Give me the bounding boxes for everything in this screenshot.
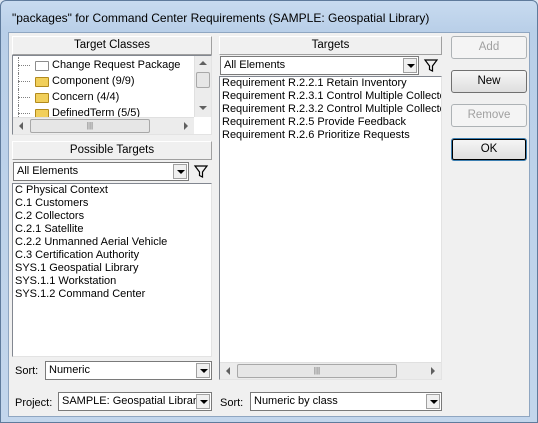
list-item[interactable]: C.2 Collectors: [13, 210, 211, 223]
funnel-filter-icon[interactable]: [422, 56, 440, 75]
project-select-value: SAMPLE: Geospatial Library: [62, 395, 203, 407]
targets-sort-select[interactable]: Numeric by class: [250, 392, 442, 411]
folder-icon: [35, 93, 49, 103]
folder-icon: [35, 77, 49, 87]
dropdown-arrow-icon[interactable]: [173, 164, 187, 179]
project-select[interactable]: SAMPLE: Geospatial Library: [58, 392, 212, 411]
tree-item-label: Change Request Package: [52, 59, 181, 71]
dialog-client-area: Target Classes Change Request Package Co…: [8, 32, 530, 417]
target-classes-header: Target Classes: [12, 36, 212, 55]
list-item[interactable]: C.2.2 Unmanned Aerial Vehicle: [13, 236, 211, 249]
list-item[interactable]: Requirement R.2.6 Prioritize Requests: [220, 129, 441, 142]
new-button[interactable]: New: [451, 70, 527, 93]
targets-filter-select[interactable]: All Elements: [220, 56, 419, 75]
list-item[interactable]: SYS.1.1 Workstation: [13, 275, 211, 288]
ok-button[interactable]: OK: [451, 138, 527, 161]
targets-header: Targets: [219, 36, 442, 55]
window-title: "packages" for Command Center Requiremen…: [12, 11, 430, 25]
funnel-filter-icon[interactable]: [192, 162, 210, 181]
possible-targets-sort-select[interactable]: Numeric: [45, 361, 212, 380]
list-item[interactable]: C.2.1 Satellite: [13, 223, 211, 236]
scroll-thumb[interactable]: |||: [237, 364, 397, 378]
scroll-left-arrow-icon[interactable]: [220, 363, 237, 379]
targets-list[interactable]: Requirement R.2.2.1 Retain Inventory Req…: [219, 76, 442, 380]
list-item[interactable]: C.1 Customers: [13, 197, 211, 210]
scroll-up-arrow-icon[interactable]: [195, 56, 211, 72]
remove-button[interactable]: Remove: [451, 104, 527, 127]
scroll-thumb[interactable]: [196, 72, 210, 88]
scroll-thumb[interactable]: |||: [30, 119, 150, 133]
project-label: Project:: [15, 397, 53, 409]
target-classes-tree[interactable]: Change Request Package Component (9/9) C…: [12, 55, 212, 135]
possible-targets-filter-select[interactable]: All Elements: [13, 162, 189, 181]
dropdown-arrow-icon[interactable]: [196, 363, 210, 378]
targets-hscrollbar[interactable]: |||: [220, 362, 441, 379]
dropdown-arrow-icon[interactable]: [403, 58, 417, 73]
filter-select-value: All Elements: [17, 165, 79, 177]
sort-select-value: Numeric: [49, 364, 90, 376]
sort-select-value: Numeric by class: [254, 395, 338, 407]
tree-item-concern[interactable]: Concern (4/4): [14, 89, 194, 105]
dialog-window: "packages" for Command Center Requiremen…: [0, 0, 538, 423]
list-item[interactable]: Requirement R.2.2.1 Retain Inventory: [220, 77, 441, 90]
list-item[interactable]: C Physical Context: [13, 184, 211, 197]
scroll-right-arrow-icon[interactable]: [177, 118, 194, 134]
list-item[interactable]: C.3 Certification Authority: [13, 249, 211, 262]
add-button[interactable]: Add: [451, 36, 527, 59]
scroll-left-arrow-icon[interactable]: [13, 118, 30, 134]
list-item[interactable]: SYS.1.2 Command Center: [13, 288, 211, 301]
scroll-down-arrow-icon[interactable]: [195, 100, 211, 116]
target-classes-hscrollbar[interactable]: |||: [13, 117, 194, 134]
list-item[interactable]: Requirement R.2.3.2 Control Multiple Col…: [220, 103, 441, 116]
dropdown-arrow-icon[interactable]: [196, 394, 210, 409]
open-folder-icon: [35, 61, 49, 71]
tree-item-component[interactable]: Component (9/9): [14, 73, 194, 89]
filter-select-value: All Elements: [224, 59, 286, 71]
list-item[interactable]: SYS.1 Geospatial Library: [13, 262, 211, 275]
targets-sort-label: Sort:: [220, 397, 244, 409]
tree-item-label: Component (9/9): [52, 75, 135, 87]
list-item[interactable]: Requirement R.2.5 Provide Feedback: [220, 116, 441, 129]
dropdown-arrow-icon[interactable]: [426, 394, 440, 409]
tree-item-change-request-package[interactable]: Change Request Package: [14, 57, 194, 73]
list-item[interactable]: Requirement R.2.3.1 Control Multiple Col…: [220, 90, 441, 103]
possible-targets-header: Possible Targets: [12, 141, 212, 160]
possible-targets-list[interactable]: C Physical Context C.1 Customers C.2 Col…: [12, 183, 212, 357]
possible-targets-sort-label: Sort:: [15, 365, 39, 377]
scroll-right-arrow-icon[interactable]: [424, 363, 441, 379]
target-classes-vscrollbar[interactable]: [194, 56, 211, 117]
